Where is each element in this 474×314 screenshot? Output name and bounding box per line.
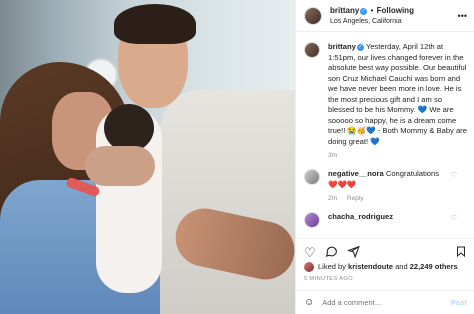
likes-prefix: Liked by — [318, 262, 346, 271]
post-header: brittany ✓ • Following Los Angeles, Calif… — [296, 0, 474, 32]
share-icon[interactable] — [346, 245, 360, 261]
photo-father-hair — [114, 4, 196, 44]
author-username[interactable]: brittany — [330, 6, 359, 15]
comment-emojis: ❤️❤️❤️ — [328, 179, 357, 189]
caption-meta: 3m — [328, 152, 467, 159]
following-button[interactable]: Following — [377, 6, 414, 15]
post-comment-button[interactable]: Post — [451, 298, 467, 307]
likes-line: Liked by kristendoute and 22,249 others — [304, 262, 469, 272]
heart-icon[interactable]: ♡ — [304, 245, 316, 260]
comment-icon[interactable] — [325, 245, 338, 261]
comments-section: brittany ✓ Yesterday, April 12th at 1:51p… — [296, 32, 474, 234]
post-timestamp[interactable]: 5 MINUTES AGO — [304, 276, 353, 282]
photo-father-shirt — [160, 90, 295, 314]
instagram-post: brittany ✓ • Following Los Angeles, Calif… — [0, 0, 474, 314]
comment-meta: 2m Reply — [328, 195, 467, 202]
caption-body: brittany ✓ Yesterday, April 12th at 1:51p… — [328, 42, 467, 159]
comment-item: chacha_rodriguez ♡ — [304, 212, 467, 228]
add-comment-bar: ☺ Post — [296, 290, 474, 314]
comment-username[interactable]: chacha_rodriguez — [328, 212, 393, 221]
bookmark-icon[interactable] — [455, 245, 467, 261]
comment-text: chacha_rodriguez — [328, 212, 467, 223]
verified-badge-icon: ✓ — [360, 7, 368, 15]
photo-hand — [85, 146, 155, 186]
caption-row: brittany ✓ Yesterday, April 12th at 1:51p… — [304, 42, 467, 159]
comment-body: negative__nora Congratulations ❤️❤️❤️ 2m… — [328, 169, 467, 202]
author-avatar[interactable] — [304, 6, 322, 25]
caption-username[interactable]: brittany — [328, 42, 356, 51]
likes-text: Liked by kristendoute and 22,249 others — [318, 262, 458, 272]
comment-age: 2m — [328, 195, 338, 202]
comment-item: negative__nora Congratulations ❤️❤️❤️ 2m… — [304, 169, 467, 202]
add-comment-input[interactable] — [322, 298, 433, 307]
emoji-icon[interactable]: ☺ — [304, 297, 314, 308]
reply-button[interactable]: Reply — [347, 195, 364, 202]
comment-avatar[interactable] — [304, 212, 320, 228]
caption-content: Yesterday, April 12th at 1:51pm, our liv… — [328, 42, 467, 146]
caption-avatar[interactable] — [304, 42, 320, 58]
verified-badge-icon: ✓ — [356, 44, 364, 51]
liker-avatar[interactable] — [304, 262, 314, 272]
comment-text: negative__nora Congratulations ❤️❤️❤️ — [328, 169, 467, 190]
liker-username[interactable]: kristendoute — [348, 262, 393, 271]
action-bar: ♡ — [296, 238, 474, 262]
likes-connector: and — [395, 262, 408, 271]
post-photo[interactable] — [0, 0, 295, 314]
comment-content: Congratulations — [385, 169, 440, 178]
likes-others-link[interactable]: 22,249 others — [410, 262, 458, 271]
post-sidebar: brittany ✓ • Following Los Angeles, Calif… — [295, 0, 474, 314]
comment-username[interactable]: negative__nora — [328, 169, 384, 178]
comment-body: chacha_rodriguez — [328, 212, 467, 228]
caption-text: brittany ✓ Yesterday, April 12th at 1:51p… — [328, 42, 467, 147]
caption-age: 3m — [328, 152, 338, 159]
photo-baby-head — [104, 104, 154, 152]
header-separator: • — [370, 5, 374, 15]
comment-like-heart-icon[interactable]: ♡ — [451, 171, 457, 179]
comment-like-heart-icon[interactable]: ♡ — [451, 214, 457, 222]
post-location[interactable]: Los Angeles, California — [330, 16, 414, 27]
header-text: brittany ✓ • Following Los Angeles, Calif… — [330, 5, 414, 27]
comment-avatar[interactable] — [304, 169, 320, 185]
more-horizontal-icon[interactable]: ••• — [458, 11, 467, 21]
